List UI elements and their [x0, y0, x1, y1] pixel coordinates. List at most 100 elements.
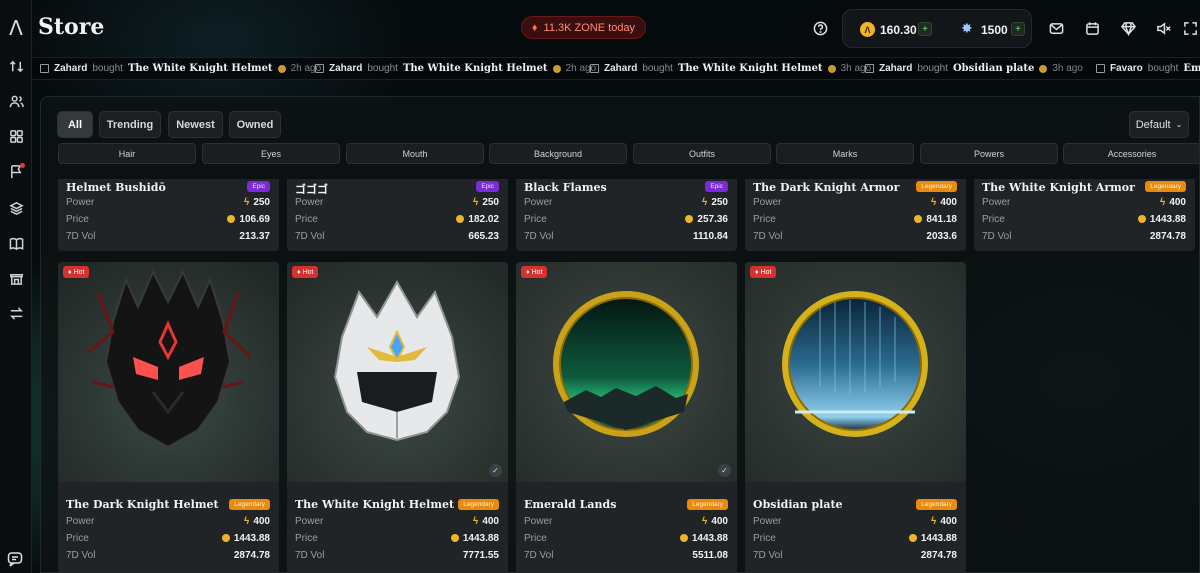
- ticker-user[interactable]: Zahard: [879, 63, 912, 74]
- category-outfits[interactable]: Outfits: [633, 143, 771, 164]
- ticker-item-name[interactable]: The White Knight Helmet: [128, 63, 273, 74]
- item-card[interactable]: Black Flames Epic Power ϟ 250 Price 257.36 …: [516, 179, 737, 251]
- store-icon[interactable]: [5, 267, 27, 289]
- book-icon[interactable]: [5, 232, 27, 254]
- category-background[interactable]: Background: [489, 143, 627, 164]
- tab-trending[interactable]: Trending: [99, 111, 161, 138]
- vol-value: 665.23: [468, 230, 499, 242]
- item-name: Emerald Lands: [524, 498, 617, 511]
- tab-owned[interactable]: Owned: [229, 111, 281, 138]
- item-card[interactable]: The White Knight Armor Legendary Power ϟ 4…: [974, 179, 1195, 251]
- item-card[interactable]: ♦ Hot The Dark Knight Helmet Legendary Po…: [58, 262, 279, 572]
- price-label: Price: [524, 213, 547, 225]
- rarity-badge: Legendary: [687, 499, 728, 510]
- vol-label: 7D Vol: [753, 230, 783, 242]
- price-value: 106.69: [239, 213, 270, 225]
- swap-arrows-icon[interactable]: [5, 55, 27, 77]
- item-name: Black Flames: [524, 181, 607, 194]
- bolt-icon: ϟ: [244, 196, 250, 208]
- hot-badge: ♦ Hot: [63, 266, 90, 278]
- vol-label: 7D Vol: [66, 549, 96, 561]
- rarity-badge: Legendary: [458, 499, 499, 510]
- category-accessories[interactable]: Accessories: [1063, 143, 1199, 164]
- ticker-user[interactable]: Zahard: [329, 63, 362, 74]
- mute-icon[interactable]: [1155, 20, 1171, 36]
- coin-icon: [827, 64, 836, 73]
- hot-label: Hot: [760, 268, 772, 276]
- help-icon[interactable]: [812, 20, 828, 36]
- coin-icon: [685, 215, 694, 223]
- layers-icon[interactable]: [5, 197, 27, 219]
- users-icon[interactable]: [5, 90, 27, 112]
- ticker-item-name[interactable]: The White Knight Helmet: [403, 63, 548, 74]
- price-label: Price: [66, 213, 89, 225]
- item-card[interactable]: Helmet Bushidō Epic Power ϟ 250 Price 106.6…: [58, 179, 279, 251]
- ticker-item-name[interactable]: Obsidian plate: [953, 63, 1034, 74]
- zone-balance: 160.30: [880, 23, 917, 37]
- owned-check-icon: ✓: [489, 464, 502, 477]
- rarity-badge: Epic: [247, 181, 270, 192]
- obsidian-plate-image: [745, 262, 966, 482]
- ticker-item-name[interactable]: The White Knight Helmet: [678, 63, 823, 74]
- price-label: Price: [524, 532, 547, 544]
- ticker-user[interactable]: Favaro: [1110, 63, 1143, 74]
- item-card[interactable]: ♦ Hot ✓ The White Knight Helmet Legendary…: [287, 262, 508, 572]
- sort-dropdown[interactable]: Default ⌄: [1129, 111, 1189, 138]
- coin-icon: [1137, 215, 1146, 223]
- tab-all[interactable]: All: [57, 111, 93, 138]
- power-label: Power: [295, 196, 324, 208]
- zone-today-badge: ♦ 11.3K ZONE today: [521, 16, 646, 39]
- rarity-badge: Legendary: [1145, 181, 1186, 192]
- chat-icon[interactable]: [5, 549, 25, 569]
- diamond-icon[interactable]: [1120, 20, 1136, 36]
- category-marks[interactable]: Marks: [776, 143, 914, 164]
- purchase-ticker: Zahard bought The White Knight Helmet 2h…: [32, 57, 1200, 80]
- hot-badge: ♦ Hot: [292, 266, 319, 278]
- category-powers[interactable]: Powers: [920, 143, 1058, 164]
- calendar-icon[interactable]: [1084, 20, 1100, 36]
- vol-label: 7D Vol: [66, 230, 96, 242]
- flame-icon: ♦: [526, 268, 530, 276]
- owned-check-icon: ✓: [718, 464, 731, 477]
- item-card[interactable]: ゴゴゴ Epic Power ϟ 250 Price 182.02 7D Vol 665…: [287, 179, 508, 251]
- power-value: 250: [711, 196, 728, 208]
- item-name: Obsidian plate: [753, 498, 843, 511]
- gem-balance: 1500: [981, 23, 1008, 37]
- hot-label: Hot: [531, 268, 543, 276]
- ticker-verb: bought: [367, 63, 398, 74]
- ticker-verb: bought: [917, 63, 948, 74]
- transfer-icon[interactable]: [5, 302, 27, 324]
- ticker-item-name[interactable]: Emera: [1183, 63, 1200, 74]
- price-value: 841.18: [926, 213, 957, 225]
- category-eyes[interactable]: Eyes: [202, 143, 340, 164]
- tab-newest[interactable]: Newest: [168, 111, 223, 138]
- price-value: 257.36: [697, 213, 728, 225]
- flag-icon[interactable]: [5, 160, 27, 182]
- app-logo[interactable]: Λ: [0, 16, 32, 40]
- coin-icon: [679, 534, 688, 542]
- ticker-verb: bought: [92, 63, 123, 74]
- grid-icon[interactable]: [5, 125, 27, 147]
- power-value: 400: [940, 515, 957, 527]
- category-mouth[interactable]: Mouth: [346, 143, 484, 164]
- price-label: Price: [295, 213, 318, 225]
- item-name: The White Knight Armor: [982, 181, 1135, 194]
- fullscreen-icon[interactable]: [1182, 20, 1198, 36]
- ticker-user[interactable]: Zahard: [54, 63, 87, 74]
- price-label: Price: [295, 532, 318, 544]
- gem-icon: ✸: [961, 20, 973, 36]
- rarity-badge: Legendary: [916, 181, 957, 192]
- item-card[interactable]: ♦ Hot ✓ Emerald Lands Legendary Power ϟ 400…: [516, 262, 737, 572]
- power-label: Power: [753, 196, 782, 208]
- add-zone-button[interactable]: +: [918, 22, 932, 36]
- power-label: Power: [753, 515, 782, 527]
- vol-label: 7D Vol: [524, 230, 554, 242]
- bolt-icon: ϟ: [931, 515, 937, 527]
- category-hair[interactable]: Hair: [58, 143, 196, 164]
- ticker-item: Zahard bought Obsidian plate 3h ago: [865, 63, 1083, 74]
- item-card[interactable]: ♦ Hot Obsidian plate Legendary Power ϟ 400 …: [745, 262, 966, 572]
- mail-icon[interactable]: [1048, 20, 1064, 36]
- add-gems-button[interactable]: +: [1011, 22, 1025, 36]
- item-card[interactable]: The Dark Knight Armor Legendary Power ϟ 40…: [745, 179, 966, 251]
- ticker-user[interactable]: Zahard: [604, 63, 637, 74]
